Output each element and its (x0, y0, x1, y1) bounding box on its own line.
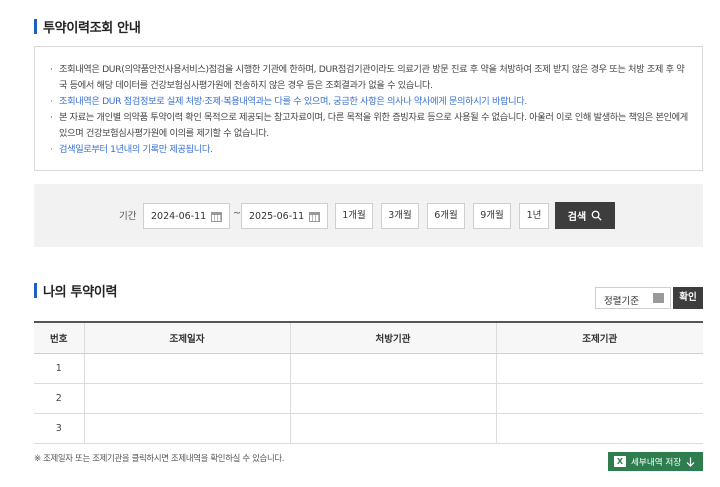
pharmacy-cell[interactable] (495, 353, 703, 384)
range-3-months-button[interactable]: 3개월 (381, 203, 419, 229)
column-header-prescriber: 처방기관 (289, 321, 496, 354)
date-separator: ~ (233, 208, 241, 219)
history-table: 번호 조제일자 처방기관 조제기관 1 2 3 (34, 321, 703, 444)
notice-item: 본 자료는 개인별 의약품 투약이력 확인 목적으로 제공되는 참고자료이며, … (49, 110, 690, 142)
pharmacy-cell[interactable] (495, 413, 703, 444)
period-label: 기간 (119, 211, 137, 222)
history-title-text: 나의 투약이력 (43, 285, 118, 300)
table-footnote: ※ 조제일자 또는 조제기관을 클릭하시면 조제내역을 확인하실 수 있습니다. (34, 453, 285, 463)
column-header-number: 번호 (34, 321, 84, 354)
date-from-value: 2024-06-11 (151, 211, 207, 222)
excel-download-label: 세부내역 저장 (631, 457, 682, 468)
date-from-input[interactable]: 2024-06-11 (143, 203, 230, 229)
pharmacy-cell[interactable] (495, 383, 703, 414)
table-header-row: 번호 조제일자 처방기관 조제기관 (34, 321, 703, 354)
title-accent-bar (34, 283, 37, 298)
range-9-months-button[interactable]: 9개월 (473, 203, 511, 229)
column-header-pharmacy: 조제기관 (495, 321, 703, 354)
guide-section-title: 투약이력조회 안내 (34, 17, 141, 36)
row-number-cell: 3 (34, 413, 84, 444)
excel-download-button[interactable]: X 세부내역 저장 (608, 452, 703, 471)
list-icon (653, 293, 664, 303)
table-row: 1 (34, 353, 703, 384)
calendar-icon[interactable] (309, 212, 320, 222)
title-accent-bar (34, 19, 37, 34)
sort-select[interactable]: 정렬기준 (595, 287, 671, 309)
history-section-title: 나의 투약이력 (34, 281, 117, 300)
dispense-date-cell[interactable] (83, 413, 290, 444)
dispense-date-cell[interactable] (83, 383, 290, 414)
column-header-dispense-date: 조제일자 (83, 321, 290, 354)
search-panel: 기간 2024-06-11 ~ 2025-06-11 1개월 3개월 6개월 9… (34, 184, 703, 247)
date-to-input[interactable]: 2025-06-11 (241, 203, 328, 229)
search-button[interactable]: 검색 (555, 202, 615, 229)
sort-select-label: 정렬기준 (604, 296, 639, 307)
confirm-button[interactable]: 확인 (673, 287, 703, 309)
notice-item: 조회내역은 DUR(의약품안전사용서비스)점검을 시행한 기관에 한하며, DU… (49, 62, 690, 94)
guide-title-text: 투약이력조회 안내 (43, 21, 141, 36)
range-6-months-button[interactable]: 6개월 (427, 203, 465, 229)
table-row: 2 (34, 383, 703, 414)
search-icon (591, 210, 602, 221)
dispense-date-cell[interactable] (83, 353, 290, 384)
prescriber-cell (289, 413, 496, 444)
row-number-cell: 2 (34, 383, 84, 414)
download-icon (686, 457, 695, 467)
prescriber-cell (289, 353, 496, 384)
search-button-label: 검색 (567, 212, 587, 223)
prescriber-cell (289, 383, 496, 414)
range-1-year-button[interactable]: 1년 (519, 203, 549, 229)
date-to-value: 2025-06-11 (249, 211, 305, 222)
notice-item: 검색일로부터 1년내의 기록만 제공됩니다. (49, 142, 690, 158)
range-1-month-button[interactable]: 1개월 (335, 203, 373, 229)
table-row: 3 (34, 413, 703, 444)
row-number-cell: 1 (34, 353, 84, 384)
calendar-icon[interactable] (211, 212, 222, 222)
notice-box: 조회내역은 DUR(의약품안전사용서비스)점검을 시행한 기관에 한하며, DU… (34, 46, 703, 171)
notice-item: 조회내역은 DUR 점검정보로 실제 처방·조제·복용내역과는 다를 수 있으며… (49, 94, 690, 110)
excel-icon: X (614, 456, 626, 467)
